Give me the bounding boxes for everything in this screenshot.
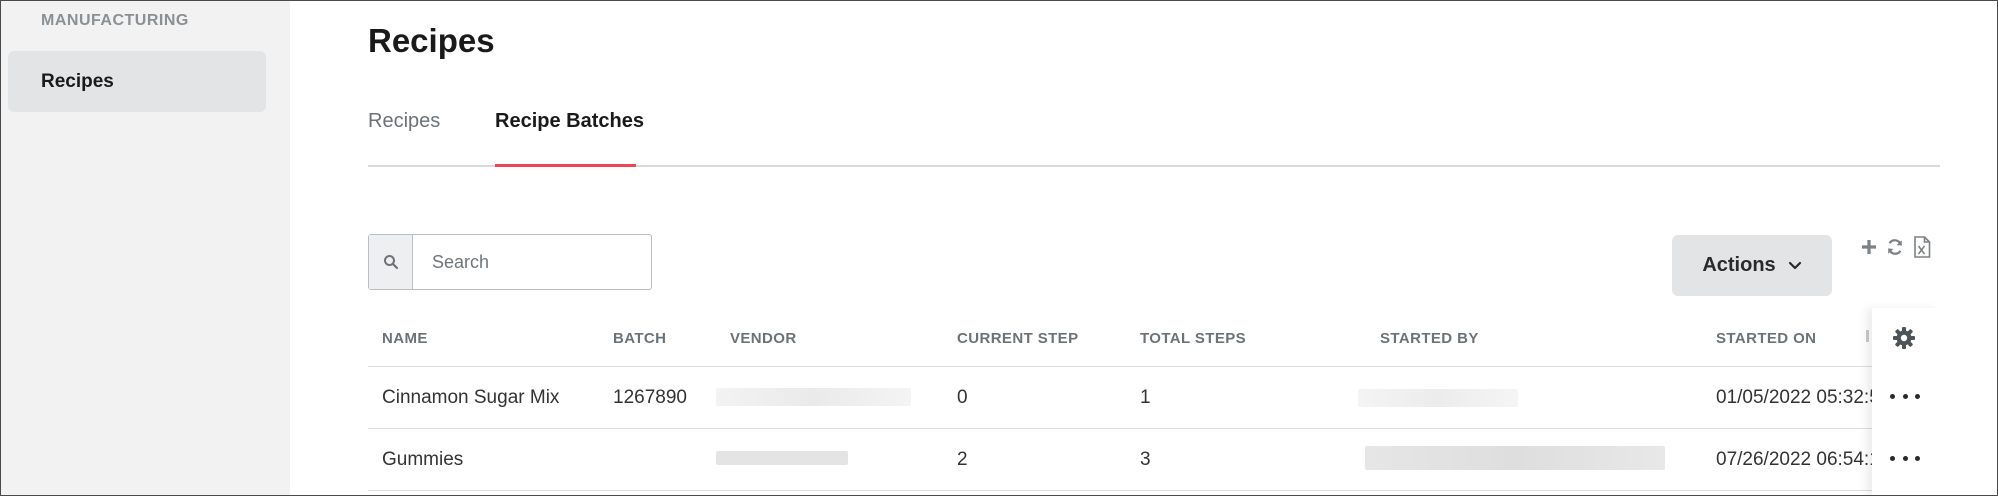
cell-current-step: 2 [957, 449, 968, 470]
row-menu-button[interactable] [1890, 448, 1920, 468]
column-header-started-by[interactable]: STARTED BY [1380, 330, 1479, 347]
sidebar-item-recipes[interactable]: Recipes [8, 51, 266, 112]
row-actions-column [1872, 308, 1940, 496]
search-box [368, 234, 652, 290]
sidebar: MANUFACTURING Recipes [0, 0, 290, 496]
search-input[interactable] [414, 235, 648, 289]
column-header-current-step[interactable]: CURRENT STEP [957, 330, 1078, 347]
hidden-column-edge [1866, 330, 1869, 342]
cell-total-steps: 1 [1140, 387, 1151, 408]
redacted-vendor [716, 388, 911, 406]
redacted-vendor [716, 451, 848, 465]
search-button[interactable] [369, 235, 413, 289]
main-content: Recipes Recipes Recipe Batches Actions [290, 0, 1998, 496]
refresh-button[interactable] [1884, 236, 1906, 258]
table-settings-button[interactable] [1892, 326, 1916, 355]
search-icon [383, 255, 398, 270]
add-button[interactable] [1858, 236, 1880, 258]
actions-label: Actions [1702, 254, 1776, 276]
cell-name: Cinnamon Sugar Mix [382, 387, 560, 408]
table-row[interactable]: Gummies 2 3 07/26/2022 06:54:12 [368, 429, 1940, 491]
refresh-icon [1888, 239, 1902, 255]
plus-icon [1862, 240, 1876, 254]
cell-name: Gummies [382, 449, 464, 470]
redacted-started-by [1358, 389, 1518, 407]
sidebar-item-label: Recipes [41, 71, 114, 92]
column-header-started-on[interactable]: STARTED ON [1716, 330, 1816, 347]
page-title: Recipes [368, 22, 495, 59]
table-row[interactable]: Cinnamon Sugar Mix 1267890 0 1 01/05/202… [368, 367, 1940, 429]
actions-dropdown-button[interactable]: Actions [1672, 235, 1832, 296]
cell-total-steps: 3 [1140, 449, 1151, 470]
export-excel-button[interactable] [1911, 236, 1933, 258]
cell-started-on: 07/26/2022 06:54:12 [1716, 449, 1891, 470]
excel-export-icon [1914, 236, 1931, 258]
chevron-down-icon [1788, 261, 1801, 269]
gear-icon [1893, 327, 1915, 349]
cell-current-step: 0 [957, 387, 968, 408]
column-header-batch[interactable]: BATCH [613, 330, 666, 347]
cell-batch: 1267890 [613, 387, 687, 408]
tab-recipes[interactable]: Recipes [368, 110, 440, 133]
column-header-name[interactable]: NAME [382, 330, 428, 347]
column-header-vendor[interactable]: VENDOR [730, 330, 797, 347]
tab-recipe-batches[interactable]: Recipe Batches [495, 110, 644, 133]
sidebar-section-label: MANUFACTURING [41, 12, 189, 29]
active-tab-indicator [495, 164, 636, 167]
cell-started-on: 01/05/2022 05:32:59 [1716, 387, 1891, 408]
tab-bar: Recipes Recipe Batches [368, 108, 1940, 167]
row-menu-button[interactable] [1890, 386, 1920, 406]
column-header-total-steps[interactable]: TOTAL STEPS [1140, 330, 1246, 347]
redacted-started-by [1365, 446, 1665, 470]
